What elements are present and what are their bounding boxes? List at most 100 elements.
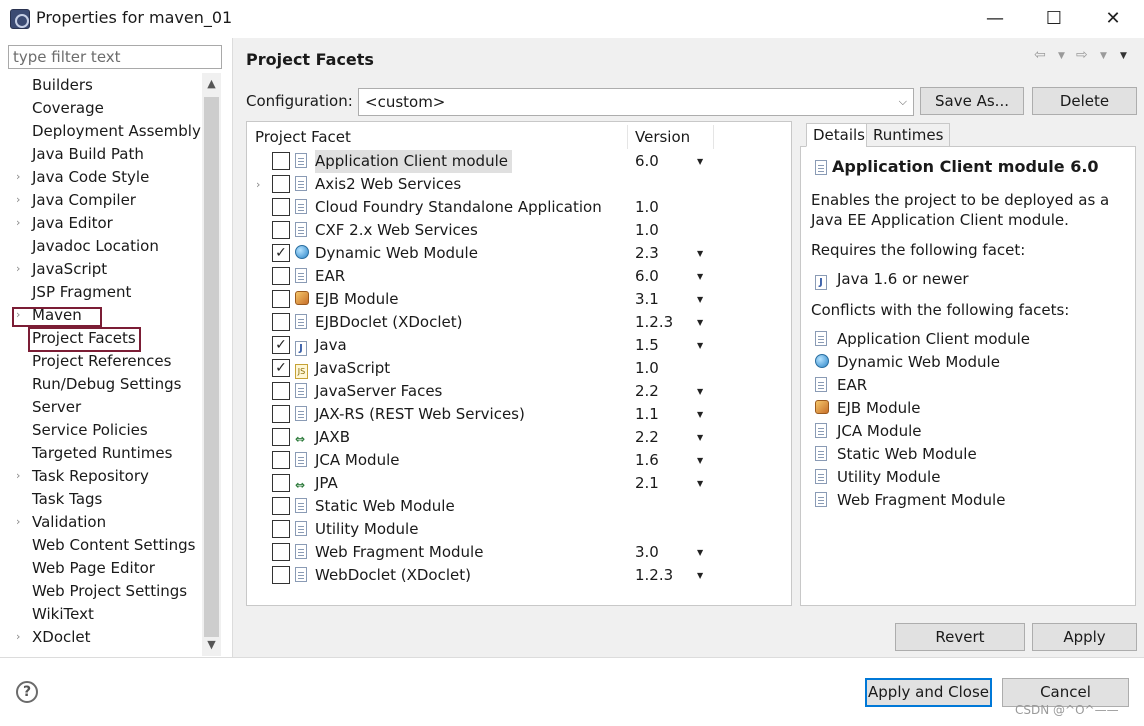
facet-row[interactable]: EAR 6.0 ▼ bbox=[247, 265, 791, 288]
view-menu-icon[interactable]: ▼ bbox=[1120, 51, 1127, 61]
back-menu-icon[interactable]: ▼ bbox=[1058, 51, 1065, 61]
facet-checkbox[interactable] bbox=[272, 566, 290, 584]
facet-row[interactable]: WebDoclet (XDoclet) 1.2.3 ▼ bbox=[247, 564, 791, 587]
expand-arrow-icon[interactable]: › bbox=[16, 189, 26, 211]
tree-item[interactable]: Builders bbox=[32, 74, 93, 96]
forward-menu-icon[interactable]: ▼ bbox=[1100, 51, 1107, 61]
apply-button[interactable]: Apply bbox=[1032, 623, 1137, 651]
filter-input[interactable]: type filter text bbox=[8, 45, 222, 69]
facet-checkbox[interactable] bbox=[272, 520, 290, 538]
version-dropdown-icon[interactable]: ▼ bbox=[697, 334, 703, 357]
tree-item[interactable]: JavaScript bbox=[32, 258, 107, 280]
tree-item[interactable]: XDoclet bbox=[32, 626, 91, 648]
tree-item[interactable]: Server bbox=[32, 396, 81, 418]
version-dropdown-icon[interactable]: ▼ bbox=[697, 150, 703, 173]
facet-row[interactable]: JCA Module 1.6 ▼ bbox=[247, 449, 791, 472]
facet-row[interactable]: › Axis2 Web Services bbox=[247, 173, 791, 196]
version-dropdown-icon[interactable]: ▼ bbox=[697, 449, 703, 472]
tree-item[interactable]: Java Compiler bbox=[32, 189, 136, 211]
facet-checkbox[interactable] bbox=[272, 198, 290, 216]
facet-row[interactable]: Utility Module bbox=[247, 518, 791, 541]
version-dropdown-icon[interactable]: ▼ bbox=[697, 426, 703, 449]
delete-button[interactable]: Delete bbox=[1032, 87, 1137, 115]
tree-item[interactable]: Service Policies bbox=[32, 419, 148, 441]
facet-row[interactable]: Cloud Foundry Standalone Application 1.0 bbox=[247, 196, 791, 219]
facet-row[interactable]: JavaServer Faces 2.2 ▼ bbox=[247, 380, 791, 403]
tree-item[interactable]: Web Content Settings bbox=[32, 534, 195, 556]
facet-checkbox[interactable]: ✓ bbox=[272, 336, 290, 354]
facet-checkbox[interactable] bbox=[272, 152, 290, 170]
expand-arrow-icon[interactable]: › bbox=[16, 511, 26, 533]
facet-row[interactable]: Static Web Module bbox=[247, 495, 791, 518]
version-dropdown-icon[interactable]: ▼ bbox=[697, 242, 703, 265]
scroll-down-icon[interactable]: ▼ bbox=[202, 634, 221, 656]
facet-checkbox[interactable] bbox=[272, 405, 290, 423]
expand-arrow-icon[interactable]: › bbox=[16, 465, 26, 487]
tree-item[interactable]: Java Build Path bbox=[32, 143, 144, 165]
facet-checkbox[interactable] bbox=[272, 313, 290, 331]
facet-checkbox[interactable] bbox=[272, 290, 290, 308]
facet-checkbox[interactable] bbox=[272, 474, 290, 492]
facet-checkbox[interactable] bbox=[272, 543, 290, 561]
facet-row[interactable]: ✓ Dynamic Web Module 2.3 ▼ bbox=[247, 242, 791, 265]
tree-item[interactable]: Web Project Settings bbox=[32, 580, 187, 602]
tree-item[interactable]: Project References bbox=[32, 350, 171, 372]
save-as-button[interactable]: Save As... bbox=[920, 87, 1024, 115]
column-separator[interactable] bbox=[627, 125, 628, 149]
revert-button[interactable]: Revert bbox=[895, 623, 1025, 651]
tree-item[interactable]: Task Tags bbox=[32, 488, 102, 510]
close-button[interactable]: ✕ bbox=[1098, 6, 1128, 32]
version-dropdown-icon[interactable]: ▼ bbox=[697, 265, 703, 288]
configuration-select[interactable]: <custom> ⌵ bbox=[358, 88, 914, 116]
version-dropdown-icon[interactable]: ▼ bbox=[697, 311, 703, 334]
expand-arrow-icon[interactable]: › bbox=[16, 626, 26, 648]
tree-item[interactable]: JSP Fragment bbox=[32, 281, 131, 303]
facet-row[interactable]: Web Fragment Module 3.0 ▼ bbox=[247, 541, 791, 564]
facet-checkbox[interactable] bbox=[272, 497, 290, 515]
tree-item[interactable]: Deployment Assembly bbox=[32, 120, 201, 142]
version-dropdown-icon[interactable]: ▼ bbox=[697, 541, 703, 564]
facet-row[interactable]: ⇔ JPA 2.1 ▼ bbox=[247, 472, 791, 495]
tree-item[interactable]: Web Page Editor bbox=[32, 557, 155, 579]
tree-item[interactable]: Task Repository bbox=[32, 465, 149, 487]
facet-checkbox[interactable] bbox=[272, 382, 290, 400]
version-dropdown-icon[interactable]: ▼ bbox=[697, 288, 703, 311]
column-header-version[interactable]: Version bbox=[635, 127, 690, 147]
column-header-facet[interactable]: Project Facet bbox=[255, 127, 351, 147]
tree-item[interactable]: Validation bbox=[32, 511, 106, 533]
version-dropdown-icon[interactable]: ▼ bbox=[697, 380, 703, 403]
forward-icon[interactable]: ⇨ bbox=[1076, 47, 1088, 63]
expand-arrow-icon[interactable]: › bbox=[16, 212, 26, 234]
tree-scrollbar[interactable]: ▲ ▼ bbox=[202, 73, 221, 656]
tree-item[interactable]: Java Code Style bbox=[32, 166, 149, 188]
facet-row[interactable]: Application Client module 6.0 ▼ bbox=[247, 150, 791, 173]
expand-arrow-icon[interactable]: › bbox=[256, 173, 260, 196]
tree-item[interactable]: Targeted Runtimes bbox=[32, 442, 172, 464]
version-dropdown-icon[interactable]: ▼ bbox=[697, 403, 703, 426]
facet-checkbox[interactable] bbox=[272, 428, 290, 446]
tab-runtimes[interactable]: Runtimes bbox=[866, 123, 951, 147]
scroll-up-icon[interactable]: ▲ bbox=[202, 73, 221, 95]
facet-row[interactable]: ✓ J Java 1.5 ▼ bbox=[247, 334, 791, 357]
scrollbar-thumb[interactable] bbox=[204, 97, 219, 637]
tree-item[interactable]: Java Editor bbox=[32, 212, 113, 234]
tree-item[interactable]: Run/Debug Settings bbox=[32, 373, 181, 395]
tree-item[interactable]: Coverage bbox=[32, 97, 104, 119]
tree-item[interactable]: WikiText bbox=[32, 603, 94, 625]
facet-row[interactable]: EJB Module 3.1 ▼ bbox=[247, 288, 791, 311]
facet-checkbox[interactable] bbox=[272, 267, 290, 285]
facet-checkbox[interactable] bbox=[272, 175, 290, 193]
facet-checkbox[interactable] bbox=[272, 221, 290, 239]
expand-arrow-icon[interactable]: › bbox=[16, 258, 26, 280]
tree-item[interactable]: Javadoc Location bbox=[32, 235, 159, 257]
facet-row[interactable]: EJBDoclet (XDoclet) 1.2.3 ▼ bbox=[247, 311, 791, 334]
version-dropdown-icon[interactable]: ▼ bbox=[697, 472, 703, 495]
version-dropdown-icon[interactable]: ▼ bbox=[697, 564, 703, 587]
maximize-button[interactable]: ☐ bbox=[1039, 6, 1069, 32]
facet-checkbox[interactable] bbox=[272, 451, 290, 469]
facet-row[interactable]: JAX-RS (REST Web Services) 1.1 ▼ bbox=[247, 403, 791, 426]
help-icon[interactable]: ? bbox=[16, 681, 38, 703]
facet-checkbox[interactable]: ✓ bbox=[272, 359, 290, 377]
column-separator[interactable] bbox=[713, 125, 714, 149]
minimize-button[interactable]: — bbox=[980, 6, 1010, 32]
